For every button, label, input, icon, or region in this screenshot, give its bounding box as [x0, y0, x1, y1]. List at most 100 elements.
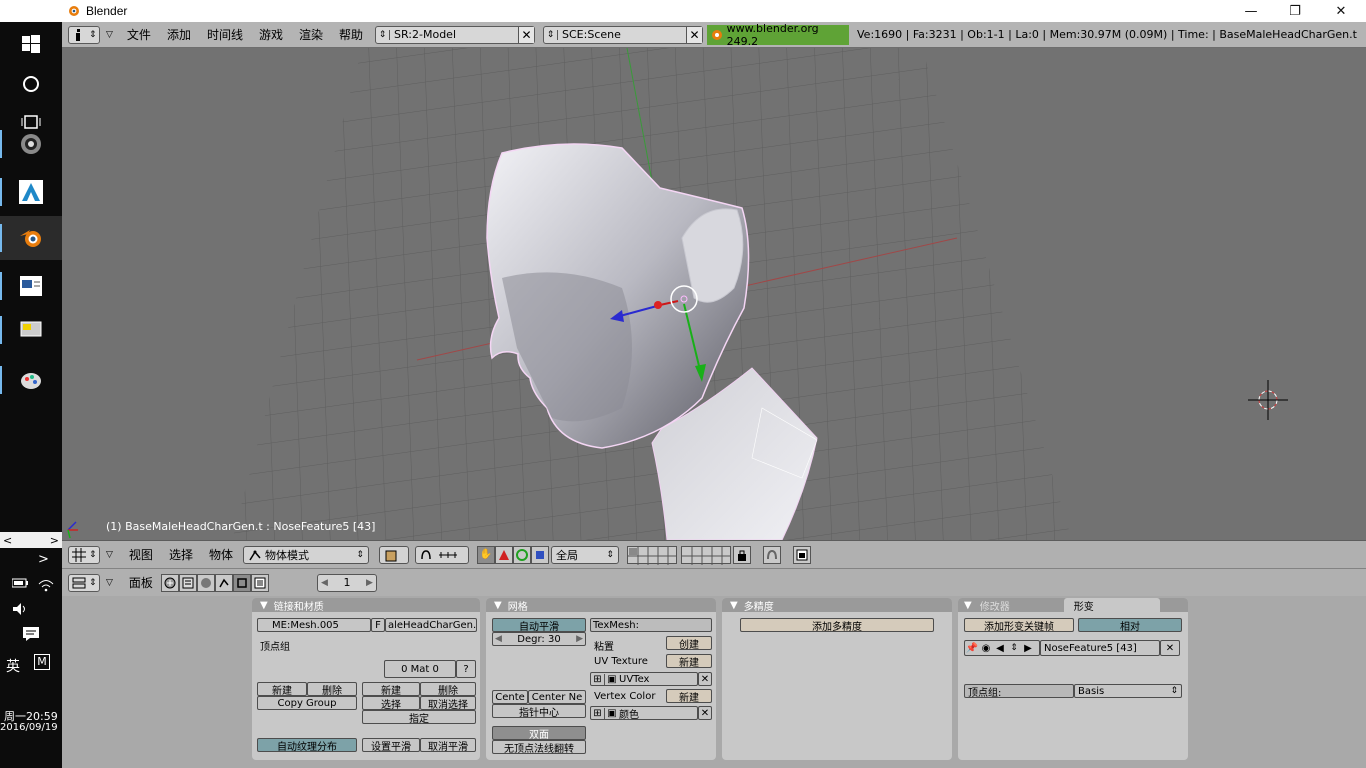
- mat-assign-button[interactable]: 指定: [362, 710, 476, 724]
- mat-delete-button[interactable]: 删除: [420, 682, 476, 696]
- tab-modifiers[interactable]: 修改器: [980, 598, 1064, 613]
- mode-select[interactable]: 物体模式 ⇕: [242, 545, 369, 564]
- screen-name[interactable]: SR:2-Model: [390, 28, 518, 41]
- smooth-degree-field[interactable]: ◀ Degr: 30 ▶: [492, 632, 586, 646]
- viewport-editor-type[interactable]: ⇕: [68, 545, 100, 564]
- vgroup-delete-button[interactable]: 删除: [307, 682, 357, 696]
- set-smooth-button[interactable]: 设置平滑: [362, 738, 420, 752]
- 3d-viewport[interactable]: (1) BaseMaleHeadCharGen.t : NoseFeature5…: [62, 48, 1366, 540]
- fake-user-button[interactable]: F: [371, 618, 385, 632]
- center-new-button[interactable]: Center Ne: [528, 690, 586, 704]
- collapse-icon[interactable]: ▼: [964, 600, 972, 611]
- scroll-prev-button[interactable]: <: [3, 534, 12, 547]
- mat-select-button[interactable]: 选择: [362, 696, 420, 710]
- set-solid-button[interactable]: 取消平滑: [420, 738, 476, 752]
- uv-texture-slot[interactable]: ⊞ ▣ UVTex: [590, 672, 698, 686]
- shading-context-icon[interactable]: [196, 573, 215, 592]
- prev-key-arrow[interactable]: ◀: [993, 643, 1007, 654]
- menu-object[interactable]: 物体: [201, 546, 241, 563]
- frame-increment-arrow[interactable]: ▶: [366, 578, 373, 588]
- material-help-button[interactable]: ?: [456, 660, 476, 678]
- taskbar-app-2[interactable]: [0, 170, 62, 214]
- panel-header[interactable]: ▼ 多精度: [722, 598, 952, 613]
- maximize-button[interactable]: ❐: [1272, 0, 1318, 22]
- add-shape-key-button[interactable]: 添加形变关键帧: [964, 618, 1074, 632]
- menu-render[interactable]: 渲染: [291, 26, 331, 43]
- sticky-create-button[interactable]: 创建: [666, 636, 712, 650]
- delete-screen-button[interactable]: ✕: [518, 26, 535, 43]
- collapse-menu-icon[interactable]: ▽: [106, 550, 113, 560]
- panel-header[interactable]: ▼ 链接和材质: [252, 598, 480, 613]
- vertex-color-new-button[interactable]: 新建: [666, 689, 712, 703]
- script-context-icon[interactable]: [178, 573, 197, 592]
- hand-manipulator-icon[interactable]: ✋: [476, 545, 495, 564]
- mat-new-button[interactable]: 新建: [362, 682, 420, 696]
- auto-smooth-button[interactable]: 自动平滑: [492, 618, 586, 632]
- no-vnormal-flip-button[interactable]: 无顶点法线翻转: [492, 740, 586, 754]
- scroll-next-button[interactable]: >: [50, 534, 59, 547]
- center-button[interactable]: Cente: [492, 690, 528, 704]
- editing-context-icon[interactable]: [232, 573, 251, 592]
- rotate-manipulator-icon[interactable]: [512, 545, 531, 564]
- collapse-menu-icon[interactable]: ▽: [106, 578, 113, 588]
- vertex-color-remove-button[interactable]: ✕: [698, 706, 712, 720]
- draw-type-select[interactable]: [378, 545, 409, 564]
- taskbar-scroll[interactable]: < >: [0, 532, 62, 548]
- auto-texspace-button[interactable]: 自动纹理分布: [257, 738, 357, 752]
- translate-manipulator-icon[interactable]: [494, 545, 513, 564]
- layer-buttons-left[interactable]: [626, 545, 677, 565]
- layer-buttons-right[interactable]: [680, 545, 731, 565]
- mode-label[interactable]: 物体模式: [265, 547, 309, 563]
- scale-manipulator-icon[interactable]: [530, 545, 549, 564]
- taskbar-app-6[interactable]: [0, 358, 62, 402]
- taskbar-app-4[interactable]: [0, 264, 62, 308]
- ime-mode[interactable]: M: [34, 654, 50, 670]
- clock-date[interactable]: 2016/09/19: [0, 722, 58, 733]
- editor-type-select[interactable]: ⇕: [68, 25, 100, 44]
- volume-icon[interactable]: [12, 602, 28, 619]
- start-button[interactable]: [0, 22, 62, 66]
- notification-icon[interactable]: [22, 626, 40, 645]
- frame-number-field[interactable]: ◀ 1 ▶: [316, 573, 377, 592]
- menu-timeline[interactable]: 时间线: [199, 26, 251, 43]
- collapse-menu-icon[interactable]: ▽: [106, 30, 113, 40]
- delete-scene-button[interactable]: ✕: [686, 26, 703, 43]
- remove-shape-key-button[interactable]: ✕: [1160, 640, 1180, 656]
- center-cursor-button[interactable]: 指针中心: [492, 704, 586, 718]
- scene-selector[interactable]: ⇕ SCE:Scene ✕: [543, 25, 704, 44]
- frame-number[interactable]: 1: [343, 576, 350, 589]
- orientation-select[interactable]: 全局 ⇕: [550, 545, 619, 564]
- screen-selector[interactable]: ⇕ SR:2-Model ✕: [375, 25, 536, 44]
- blender-url[interactable]: www.blender.org 249.2: [707, 22, 850, 48]
- tab-shapes[interactable]: 形变: [1063, 598, 1160, 613]
- viewport-canvas[interactable]: [62, 48, 1366, 540]
- texmesh-field[interactable]: TexMesh:: [590, 618, 712, 632]
- menu-game[interactable]: 游戏: [251, 26, 291, 43]
- shape-eye-icon[interactable]: ◉: [979, 643, 993, 654]
- snap-icon[interactable]: [762, 545, 781, 564]
- panels-menu[interactable]: 面板: [121, 574, 161, 591]
- tray-expand-button[interactable]: >: [38, 552, 49, 567]
- updown-icon[interactable]: ⇕: [1007, 643, 1021, 653]
- menu-select[interactable]: 选择: [161, 546, 201, 563]
- pin-icon[interactable]: 📌: [965, 643, 979, 654]
- shape-key-name-field[interactable]: NoseFeature5 [43]: [1040, 640, 1160, 656]
- pivot-select[interactable]: [414, 545, 469, 564]
- wifi-icon[interactable]: [38, 578, 54, 595]
- next-key-arrow[interactable]: ▶: [1021, 643, 1035, 654]
- vertex-color-slot[interactable]: ⊞ ▣ 颜色: [590, 706, 698, 720]
- menu-view[interactable]: 视图: [121, 546, 161, 563]
- relative-key-select[interactable]: Basis ⇕: [1074, 684, 1182, 698]
- url-text[interactable]: www.blender.org 249.2: [727, 22, 849, 48]
- lock-icon[interactable]: [732, 545, 751, 564]
- orientation-label[interactable]: 全局: [556, 547, 578, 563]
- scene-name[interactable]: SCE:Scene: [558, 28, 686, 41]
- copy-group-button[interactable]: Copy Group: [257, 696, 357, 710]
- frame-decrement-arrow[interactable]: ◀: [321, 578, 328, 588]
- menu-help[interactable]: 帮助: [331, 26, 371, 43]
- add-multires-button[interactable]: 添加多精度: [740, 618, 934, 632]
- menu-add[interactable]: 添加: [159, 26, 199, 43]
- object-name-field[interactable]: aleHeadCharGen.t: [385, 618, 477, 632]
- buttons-editor-type[interactable]: ⇕: [68, 573, 100, 592]
- vgroup-new-button[interactable]: 新建: [257, 682, 307, 696]
